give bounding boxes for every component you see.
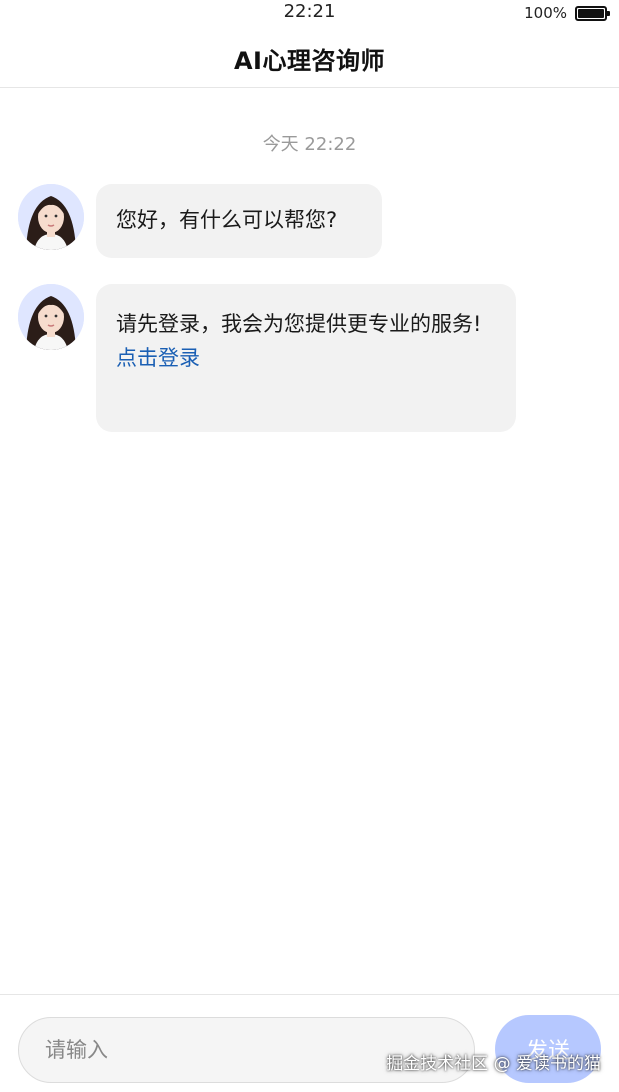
watermark: 掘金技术社区 @ 爱读书的猫 [386,1054,601,1074]
message-login-prompt: 请先登录，我会为您提供更专业的服务! 点击登录 [18,284,516,432]
message-text: 您好，有什么可以帮您? [116,208,338,232]
battery-percent: 100% [524,4,567,22]
assistant-avatar [18,284,84,350]
nav-bar: AI心理咨询师 [0,30,619,88]
chat-timestamp: 今天 22:22 [262,134,357,155]
avatar-portrait-icon [18,284,84,350]
assistant-avatar [18,184,84,250]
message-text: 请先登录，我会为您提供更专业的服务! [116,312,482,336]
avatar-portrait-icon [18,184,84,250]
message-greeting: 您好，有什么可以帮您? [18,184,382,258]
battery-icon [575,5,610,21]
battery-fill [578,8,604,18]
chat-screen: 22:21 100% AI心理咨询师 今天 22:22 您好，有什么可以帮您? [0,0,619,1092]
message-bubble: 请先登录，我会为您提供更专业的服务! 点击登录 [96,284,516,432]
message-bubble: 您好，有什么可以帮您? [96,184,382,258]
login-link[interactable]: 点击登录 [116,341,496,375]
page-title: AI心理咨询师 [233,47,385,75]
status-bar: 22:21 100% [0,0,619,26]
status-right: 100% [524,4,610,22]
input-bar: 发送 掘金技术社区 @ 爱读书的猫 [0,994,619,1092]
